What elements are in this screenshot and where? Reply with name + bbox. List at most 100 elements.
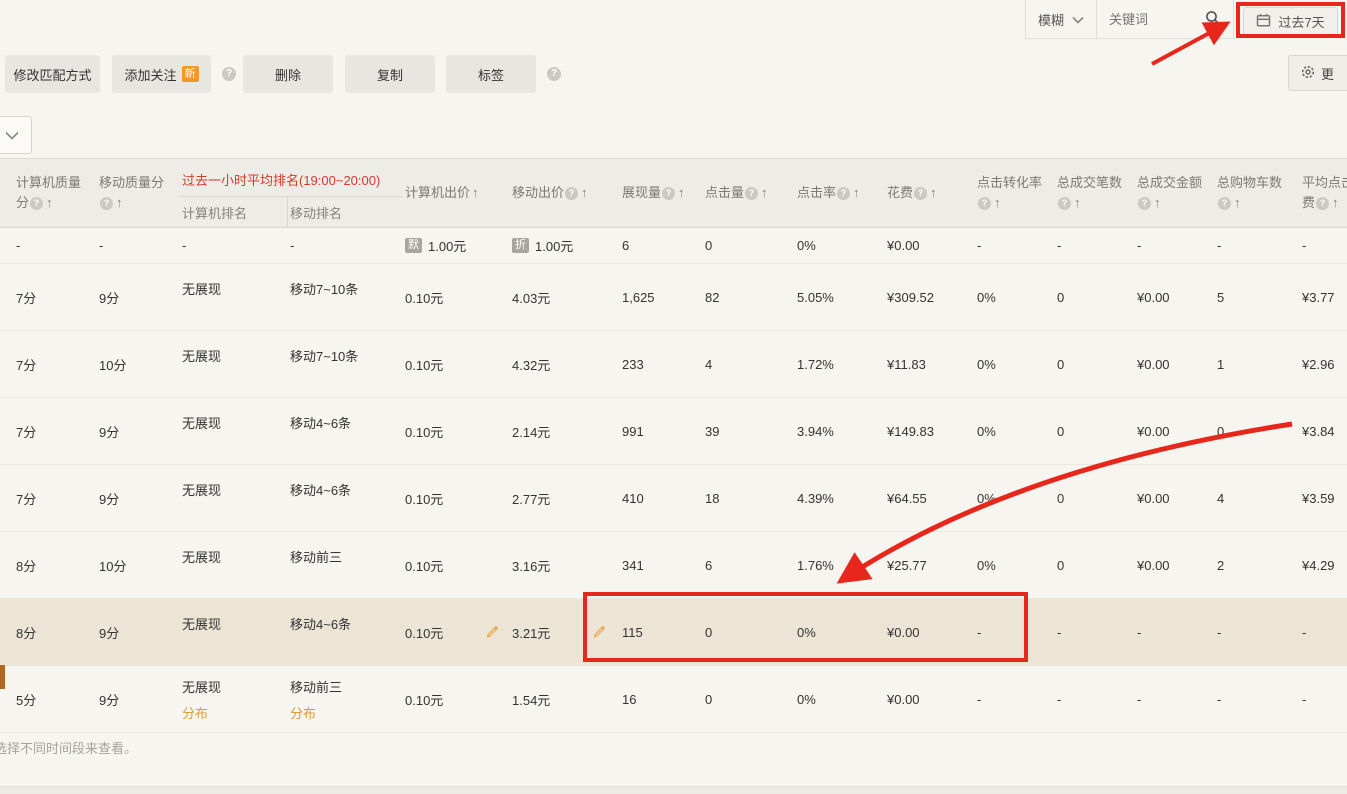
cell-clicks: 82 [703,264,795,330]
help-icon[interactable]: ? [837,187,850,200]
add-watch-button[interactable]: 添加关注 新 [112,55,211,93]
bid-value: 2.14元 [512,422,550,441]
column-label: 总成交笔数 [1057,175,1122,190]
search-icon[interactable] [1205,10,1221,29]
cell-ctr: 0% [795,666,885,732]
cell-carts: - [1215,599,1300,665]
sort-arrow-icon[interactable]: ↑ [116,195,123,210]
rank-value: - [182,238,186,253]
column-header-mobile_bid[interactable]: 移动出价?↑ [510,159,620,227]
cell-mobile_quality: 9分 [97,398,180,464]
sort-arrow-icon[interactable]: ↑ [1154,195,1161,210]
sort-arrow-icon[interactable]: ↑ [1332,195,1339,210]
cell-orders: 0 [1055,264,1135,330]
sort-arrow-icon[interactable]: ↑ [1234,195,1241,210]
copy-button[interactable]: 复制 [345,55,435,93]
delete-button[interactable]: 删除 [243,55,333,93]
table-header-row: 计算机质量分?↑移动质量分?↑过去一小时平均排名(19:00~20:00)计算机… [0,158,1347,228]
column-header-clicks[interactable]: 点击量?↑ [703,159,795,227]
date-range-button[interactable]: 过去7天 [1243,7,1338,36]
column-header-revenue[interactable]: 总成交金额?↑ [1135,159,1215,227]
cell-avg_click_cost: - [1300,228,1347,263]
sort-arrow-icon[interactable]: ↑ [930,185,937,200]
edit-pencil-icon[interactable] [485,625,499,639]
cell-mobile_rank: 移动前三分布 [288,666,403,732]
help-icon[interactable]: ? [745,187,758,200]
fuzzy-match-dropdown[interactable]: 模糊 [1025,0,1096,38]
bid-value: 0.10元 [405,556,443,575]
sort-arrow-icon[interactable]: ↑ [678,185,685,200]
cell-clicks: 4 [703,331,795,397]
cell-mobile_bid: 3.16元 [510,532,620,598]
rank-value: 移动4~6条 [290,614,351,633]
help-icon[interactable]: ? [1316,197,1329,210]
cell-computer_bid: 0.10元 [403,331,510,397]
column-header-cost[interactable]: 花费?↑ [885,159,975,227]
help-icon[interactable]: ? [547,67,561,81]
column-label: 移动出价 [512,185,564,200]
column-settings-button[interactable]: 更 [1288,55,1347,91]
help-icon[interactable]: ? [1058,197,1071,210]
cell-carts: - [1215,666,1300,732]
tag-button[interactable]: 标签 [446,55,536,93]
cell-conv_rate: 0% [975,331,1055,397]
cell-mobile_bid: 2.14元 [510,398,620,464]
cell-conv_rate: - [975,666,1055,732]
help-icon[interactable]: ? [978,197,991,210]
help-icon[interactable]: ? [100,197,113,210]
modify-match-button[interactable]: 修改匹配方式 [5,55,100,93]
cell-clicks: 39 [703,398,795,464]
cell-impressions: 6 [620,228,703,263]
cell-computer_quality: 7分 [14,331,97,397]
expand-filter-button[interactable] [0,116,32,154]
column-header-computer_bid[interactable]: 计算机出价↑ [403,159,510,227]
help-icon[interactable]: ? [565,187,578,200]
column-header-orders[interactable]: 总成交笔数?↑ [1055,159,1135,227]
cell-conv_rate: 0% [975,532,1055,598]
help-icon[interactable]: ? [30,197,43,210]
column-label: 计算机出价 [405,185,470,200]
cell-computer_quality: 7分 [14,264,97,330]
cell-computer_bid: 0.10元 [403,264,510,330]
column-header-conv_rate[interactable]: 点击转化率?↑ [975,159,1055,227]
cell-computer_rank: 无展现 [180,532,288,598]
bid-value: 3.16元 [512,556,550,575]
cell-orders: 0 [1055,331,1135,397]
help-icon[interactable]: ? [914,187,927,200]
column-header-impressions[interactable]: 展现量?↑ [620,159,703,227]
column-header-mobile_quality[interactable]: 移动质量分?↑ [97,159,180,227]
bid-value: 0.10元 [405,355,443,374]
help-icon[interactable]: ? [1138,197,1151,210]
distribution-link[interactable]: 分布 [182,703,208,722]
help-icon[interactable]: ? [1218,197,1231,210]
column-header-avg_click_cost[interactable]: 平均点击费?↑ [1300,159,1347,227]
rank-group-title: 过去一小时平均排名(19:00~20:00) [180,159,403,196]
column-header-ctr[interactable]: 点击率?↑ [795,159,885,227]
sort-arrow-icon[interactable]: ↑ [46,195,53,210]
help-icon[interactable]: ? [222,67,236,81]
cell-cost: ¥0.00 [885,228,975,263]
sort-arrow-icon[interactable]: ↑ [581,185,588,200]
column-label: 点击转化率 [977,175,1042,190]
cell-carts: 2 [1215,532,1300,598]
sort-arrow-icon[interactable]: ↑ [994,195,1001,210]
column-header-computer_quality[interactable]: 计算机质量分?↑ [14,159,97,227]
top-bar: 模糊 过去7天 [0,0,1347,46]
sort-arrow-icon[interactable]: ↑ [472,185,479,200]
sort-arrow-icon[interactable]: ↑ [1074,195,1081,210]
help-icon[interactable]: ? [662,187,675,200]
sort-arrow-icon[interactable]: ↑ [761,185,768,200]
bid-value: 3.21元 [512,623,550,642]
rank-value: 移动4~6条 [290,413,351,432]
cell-avg_click_cost: - [1300,599,1347,665]
edit-pencil-icon[interactable] [592,625,606,639]
keyword-search-input[interactable] [1109,12,1179,27]
cell-conv_rate: - [975,599,1055,665]
column-header-carts[interactable]: 总购物车数?↑ [1215,159,1300,227]
sort-arrow-icon[interactable]: ↑ [853,185,860,200]
rank-value: 无展现 [182,279,221,298]
distribution-link[interactable]: 分布 [290,703,316,722]
keyword-search-box [1096,0,1234,38]
cell-mobile_bid: 2.77元 [510,465,620,531]
cell-ctr: 5.05% [795,264,885,330]
